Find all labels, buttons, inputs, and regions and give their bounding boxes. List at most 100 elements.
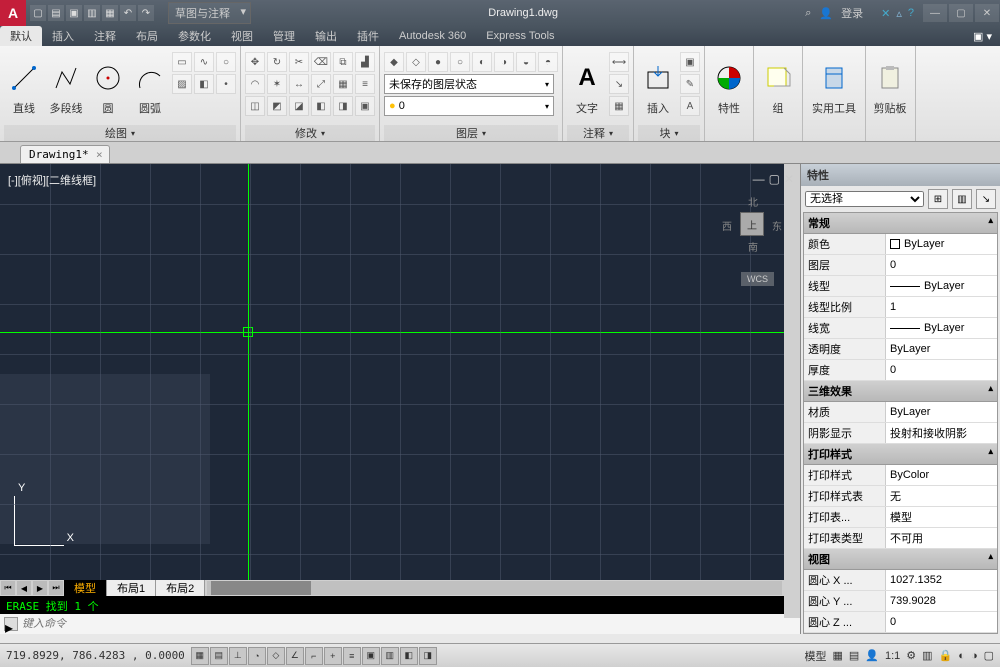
panel-block-title[interactable]: 块	[638, 125, 700, 141]
viewport-minimize-icon[interactable]: —	[753, 172, 765, 186]
qat-undo-icon[interactable]: ↶	[120, 5, 136, 21]
edit-block-icon[interactable]: ✎	[680, 74, 700, 94]
ribbon-expand-icon[interactable]: ▣ ▾	[965, 30, 1000, 43]
quick-select-icon[interactable]: ⊞	[928, 189, 948, 209]
text-button[interactable]: A文字	[567, 48, 607, 125]
qat-plot-icon[interactable]: ▦	[102, 5, 118, 21]
snap-toggle[interactable]: ▦	[191, 647, 209, 665]
tab-layout2[interactable]: 布局2	[156, 580, 205, 596]
prop-cx[interactable]: 圆心 X ...1027.1352	[804, 570, 997, 591]
group-3d[interactable]: 三维效果	[804, 381, 997, 402]
clipboard-button[interactable]: 剪贴板	[870, 48, 910, 125]
layer-state-dropdown[interactable]: 未保存的图层状态	[384, 74, 554, 94]
leader-icon[interactable]: ↘	[609, 74, 629, 94]
viewcube-s[interactable]: 南	[748, 239, 758, 254]
insert-button[interactable]: 插入	[638, 48, 678, 125]
viewcube-e[interactable]: 东	[772, 218, 782, 233]
tab-view[interactable]: 视图	[221, 26, 263, 46]
m5-icon[interactable]: ◨	[333, 96, 353, 116]
layer-icon-7[interactable]: ◒	[516, 52, 536, 72]
selection-dropdown[interactable]: 无选择	[805, 191, 924, 207]
prop-plottype[interactable]: 打印表类型不可用	[804, 528, 997, 549]
ortho-toggle[interactable]: ⊥	[229, 647, 247, 665]
lwt-toggle[interactable]: ≡	[343, 647, 361, 665]
prop-linetype[interactable]: 线型ByLayer	[804, 276, 997, 297]
tab-default[interactable]: 默认	[0, 26, 42, 46]
tab-manage[interactable]: 管理	[263, 26, 305, 46]
m1-icon[interactable]: ◫	[245, 96, 265, 116]
layer-icon-2[interactable]: ◇	[406, 52, 426, 72]
tab-model[interactable]: 模型	[64, 580, 107, 596]
viewport-label[interactable]: [-][俯视][二维线框]	[8, 172, 96, 188]
offset-icon[interactable]: ≡	[355, 74, 375, 94]
panel-draw-title[interactable]: 绘图	[4, 125, 236, 141]
viewcube[interactable]: 北 南 西 东 上	[722, 194, 782, 254]
command-handle-icon[interactable]: ▸	[4, 617, 18, 631]
erase-icon[interactable]: ⌫	[311, 52, 331, 72]
otrack-toggle[interactable]: ∠	[286, 647, 304, 665]
exchange-icon[interactable]: ✕	[881, 7, 890, 20]
prop-layer[interactable]: 图层0	[804, 255, 997, 276]
grid-toggle[interactable]: ▤	[210, 647, 228, 665]
polar-toggle[interactable]: ◔	[248, 647, 266, 665]
m2-icon[interactable]: ◩	[267, 96, 287, 116]
prop-plotdev[interactable]: 打印表...模型	[804, 507, 997, 528]
model-space-button[interactable]: 模型	[804, 648, 826, 664]
prop-plottable[interactable]: 打印样式表无	[804, 486, 997, 507]
status-layout-icon[interactable]: ▤	[849, 649, 859, 662]
anno-vis-icon[interactable]: ⚙	[906, 649, 916, 662]
isolate-icon[interactable]: ◑	[971, 650, 978, 662]
tab-output[interactable]: 输出	[305, 26, 347, 46]
viewport-maximize-icon[interactable]: ▢	[769, 172, 780, 186]
scale-label[interactable]: 1:1	[885, 650, 900, 662]
ducs-toggle[interactable]: ⌐	[305, 647, 323, 665]
app-logo[interactable]: A	[0, 0, 26, 26]
tab-annotate[interactable]: 注释	[84, 26, 126, 46]
file-tab-drawing1[interactable]: Drawing1*	[20, 145, 110, 163]
hw-accel-icon[interactable]: ◐	[958, 650, 965, 662]
prop-color[interactable]: 颜色ByLayer	[804, 234, 997, 255]
viewcube-n[interactable]: 北	[748, 194, 758, 209]
qp-toggle[interactable]: ▥	[381, 647, 399, 665]
circle-button[interactable]: 圆	[88, 48, 128, 125]
group-button[interactable]: 组	[758, 48, 798, 125]
workspace-dropdown[interactable]: 草图与注释	[168, 2, 251, 24]
region-icon[interactable]: ◧	[194, 74, 214, 94]
group-general[interactable]: 常规	[804, 213, 997, 234]
prop-height[interactable]: 高度857.3988	[804, 633, 997, 634]
panel-anno-title[interactable]: 注释	[567, 125, 629, 141]
qat-open-icon[interactable]: ▤	[48, 5, 64, 21]
layer-icon-5[interactable]: ◐	[472, 52, 492, 72]
sc-toggle[interactable]: ◧	[400, 647, 418, 665]
vertical-scrollbar[interactable]	[784, 164, 800, 618]
tab-nav-last-icon[interactable]: ⏭	[49, 581, 63, 595]
m6-icon[interactable]: ▣	[355, 96, 375, 116]
tab-insert[interactable]: 插入	[42, 26, 84, 46]
signin-icon[interactable]: 👤	[819, 7, 833, 20]
prop-material[interactable]: 材质ByLayer	[804, 402, 997, 423]
fillet-icon[interactable]: ◠	[245, 74, 265, 94]
stretch-icon[interactable]: ↔	[289, 74, 309, 94]
status-grid-icon[interactable]: ▦	[832, 649, 842, 662]
search-icon[interactable]: ⌕	[805, 7, 811, 20]
layer-icon-1[interactable]: ◆	[384, 52, 404, 72]
rect-icon[interactable]: ▭	[172, 52, 192, 72]
prop-cz[interactable]: 圆心 Z ...0	[804, 612, 997, 633]
help-icon[interactable]: ?	[908, 7, 914, 19]
mirror-icon[interactable]: ▟	[355, 52, 375, 72]
m4-icon[interactable]: ◧	[311, 96, 331, 116]
command-input[interactable]	[22, 618, 796, 630]
prop-thickness[interactable]: 厚度0	[804, 360, 997, 381]
create-block-icon[interactable]: ▣	[680, 52, 700, 72]
panel-layer-title[interactable]: 图层	[384, 125, 558, 141]
array-icon[interactable]: ▦	[333, 74, 353, 94]
layer-icon-4[interactable]: ○	[450, 52, 470, 72]
tab-layout1[interactable]: 布局1	[107, 580, 156, 596]
clean-screen-icon[interactable]: ▢	[984, 649, 994, 662]
prop-cy[interactable]: 圆心 Y ...739.9028	[804, 591, 997, 612]
viewcube-w[interactable]: 西	[722, 218, 732, 233]
select-objects-icon[interactable]: ▥	[952, 189, 972, 209]
osnap-toggle[interactable]: ◇	[267, 647, 285, 665]
spline-icon[interactable]: ∿	[194, 52, 214, 72]
tab-nav-next-icon[interactable]: ▶	[33, 581, 47, 595]
